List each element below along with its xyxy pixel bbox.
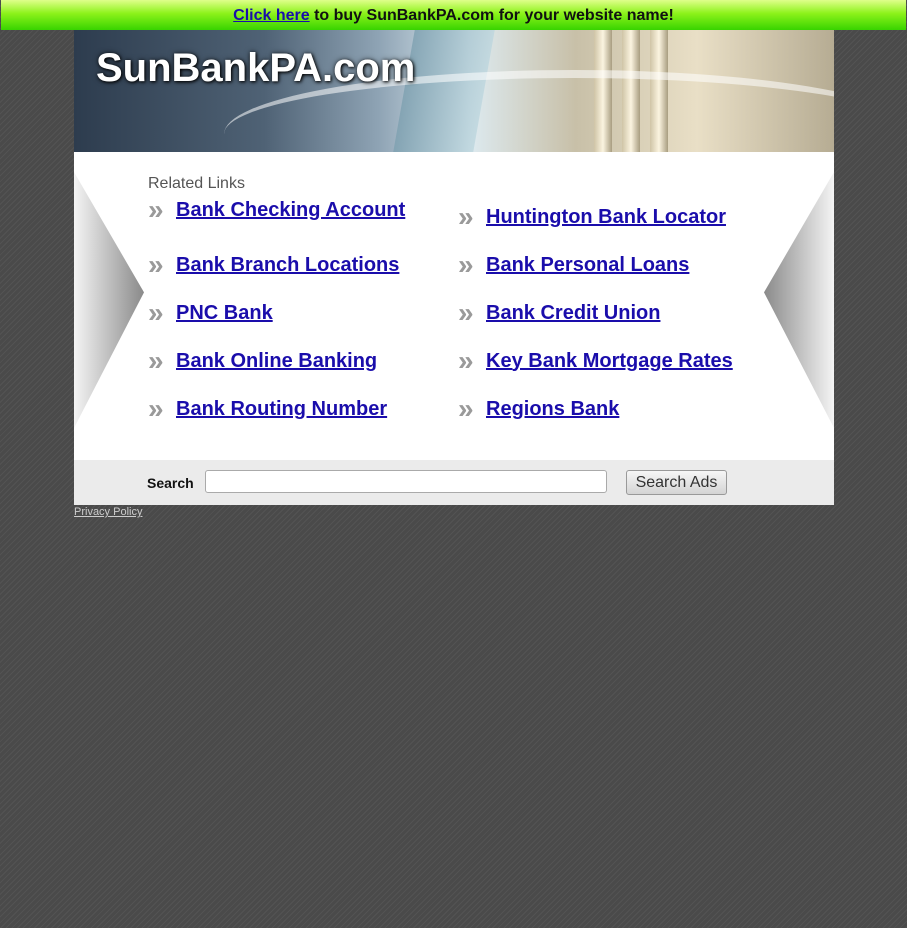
related-link[interactable]: Key Bank Mortgage Rates (486, 350, 733, 373)
right-chevron-decoration (764, 172, 834, 428)
related-links-panel: Related Links » Bank Checking Account » … (74, 152, 834, 460)
related-link[interactable]: PNC Bank (176, 302, 273, 325)
double-chevron-right-icon: » (458, 297, 474, 328)
related-link[interactable]: Bank Checking Account (176, 199, 405, 222)
double-chevron-right-icon: » (148, 297, 164, 328)
link-item: » Regions Bank (458, 394, 619, 424)
related-link[interactable]: Bank Credit Union (486, 302, 660, 325)
double-chevron-right-icon: » (458, 345, 474, 376)
double-chevron-right-icon: » (458, 249, 474, 280)
header-banner: SunBankPA.com (74, 30, 834, 152)
link-item: » Key Bank Mortgage Rates (458, 346, 733, 376)
link-item: » Bank Routing Number (148, 394, 387, 424)
privacy-policy-link[interactable]: Privacy Policy (74, 506, 142, 518)
promo-text: to buy SunBankPA.com for your website na… (309, 7, 674, 24)
search-label: Search (147, 475, 194, 491)
search-ads-button[interactable]: Search Ads (626, 470, 727, 495)
link-item: » Huntington Bank Locator (458, 202, 726, 232)
main-container: SunBankPA.com Related Links » Bank Check… (74, 30, 834, 518)
promo-bar: Click here to buy SunBankPA.com for your… (1, 0, 906, 30)
related-link[interactable]: Huntington Bank Locator (486, 206, 726, 229)
double-chevron-right-icon: » (148, 249, 164, 280)
site-title: SunBankPA.com (96, 46, 416, 90)
link-item: » Bank Personal Loans (458, 250, 689, 280)
search-input[interactable] (205, 470, 607, 493)
related-link[interactable]: Bank Online Banking (176, 350, 377, 373)
left-chevron-decoration (74, 172, 144, 428)
related-link[interactable]: Bank Branch Locations (176, 254, 399, 277)
link-item: » Bank Checking Account (148, 195, 405, 225)
related-links-heading: Related Links (148, 175, 245, 192)
link-item: » Bank Online Banking (148, 346, 377, 376)
link-item: » Bank Branch Locations (148, 250, 399, 280)
search-bar: Search Search Ads (74, 460, 834, 505)
double-chevron-right-icon: » (458, 393, 474, 424)
link-item: » PNC Bank (148, 298, 273, 328)
related-link[interactable]: Regions Bank (486, 398, 619, 421)
double-chevron-right-icon: » (148, 194, 164, 225)
click-here-link[interactable]: Click here (233, 7, 309, 24)
related-link[interactable]: Bank Routing Number (176, 398, 387, 421)
link-item: » Bank Credit Union (458, 298, 660, 328)
related-link[interactable]: Bank Personal Loans (486, 254, 689, 277)
double-chevron-right-icon: » (148, 393, 164, 424)
double-chevron-right-icon: » (148, 345, 164, 376)
double-chevron-right-icon: » (458, 201, 474, 232)
